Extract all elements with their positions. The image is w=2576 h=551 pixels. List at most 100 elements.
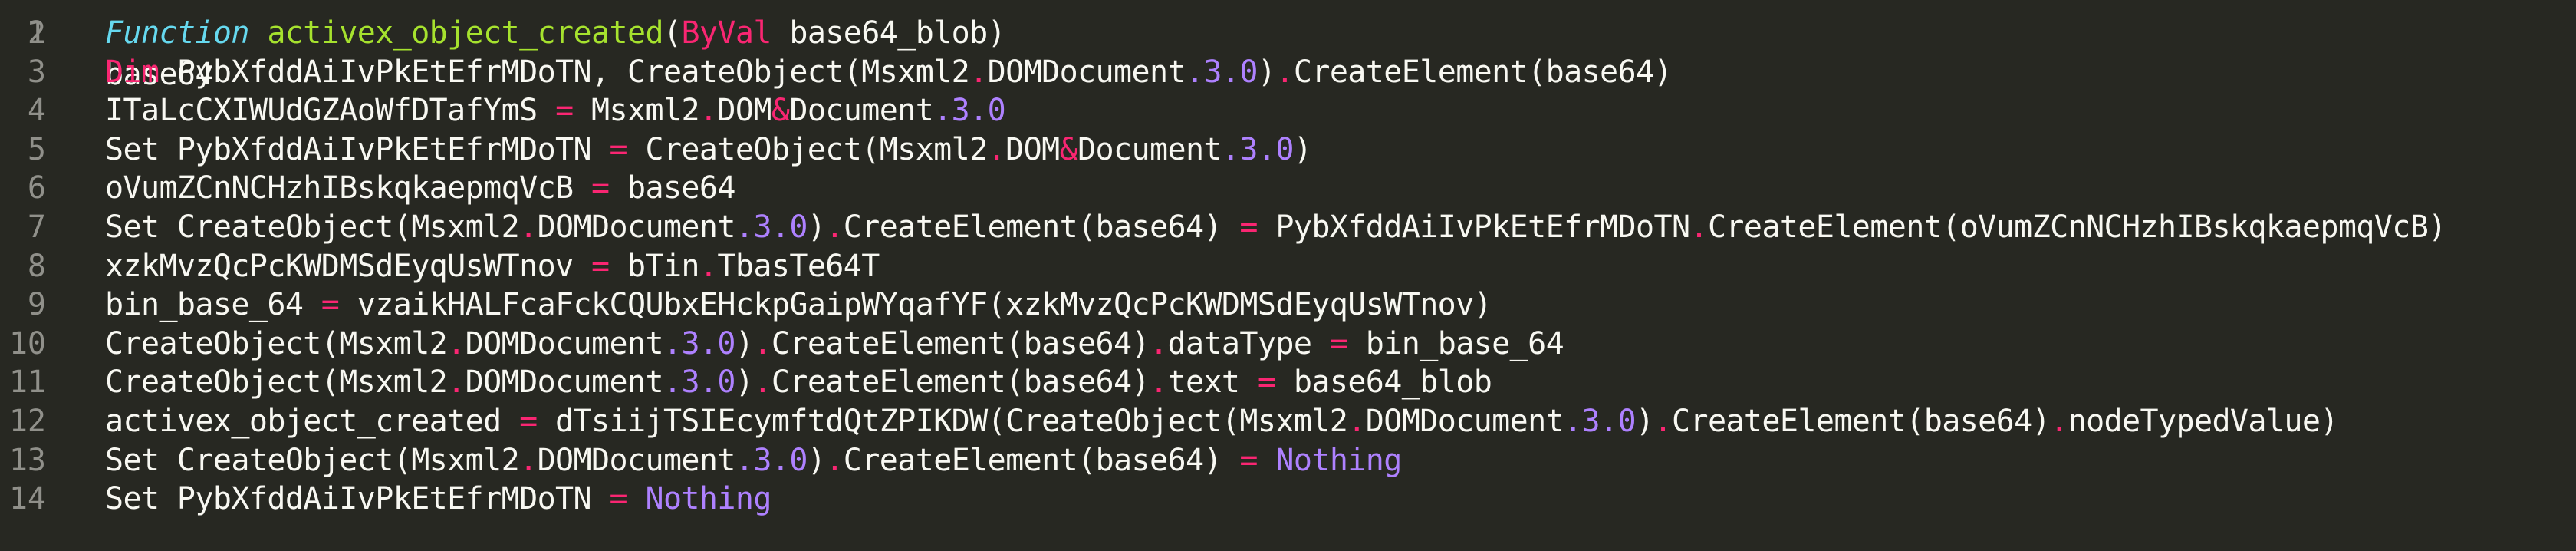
- code-token: CreateObject(Msxml2: [105, 365, 448, 401]
- code-token: .: [519, 442, 538, 478]
- code-token: .3.0: [735, 442, 808, 478]
- line-number: 2: [27, 15, 46, 51]
- code-line[interactable]: 10 CreateObject(Msxml2.DOMDocument.3.0).C…: [0, 323, 2576, 365]
- code-line[interactable]: 4 ITaLcCXIWUdGZAoWfDTafYmS = Msxml2.DOM&D…: [0, 90, 2576, 131]
- code-token: Set PybXfddAiIvPkEtEfrMDoTN: [105, 481, 610, 517]
- code-line[interactable]: 5 Set PybXfddAiIvPkEtEfrMDoTN = CreateObj…: [0, 129, 2576, 170]
- code-line[interactable]: 3 Dim PybXfddAiIvPkEtEfrMDoTN, CreateObje…: [0, 51, 2576, 93]
- code-text: ITaLcCXIWUdGZAoWfDTafYmS = Msxml2.DOM&Do…: [105, 90, 1006, 131]
- code-token: text: [1167, 365, 1258, 401]
- code-token: DOMDocument: [465, 365, 664, 401]
- code-editor[interactable]: 1 base64 2 Function activex_object_create…: [0, 0, 2576, 551]
- code-token: nodeTypedValue): [2068, 404, 2339, 439]
- code-line[interactable]: 11 CreateObject(Msxml2.DOMDocument.3.0).C…: [0, 361, 2576, 403]
- code-token: ): [1636, 404, 1654, 439]
- code-token: CreateElement(oVumZCnNCHzhIBskqkaepmqVcB…: [1707, 210, 2446, 245]
- code-token: =: [609, 131, 628, 167]
- code-token: .: [1150, 365, 1168, 401]
- code-text: Set CreateObject(Msxml2.DOMDocument.3.0)…: [105, 440, 1402, 481]
- code-token: DOMDocument: [537, 210, 736, 245]
- line-number: 12: [8, 404, 46, 439]
- line-number: 13: [8, 442, 46, 478]
- line-number: 4: [27, 93, 46, 129]
- code-text: bin_base_64 = vzaikHALFcaFckCQUbxEHckpGa…: [105, 284, 1492, 325]
- code-token: base64_blob): [771, 15, 1006, 51]
- code-line[interactable]: 12 activex_object_created = dTsiijTSIEcym…: [0, 401, 2576, 442]
- code-token: .3.0: [663, 325, 736, 361]
- code-token: .: [753, 365, 771, 401]
- code-token: =: [555, 93, 574, 129]
- code-text: CreateObject(Msxml2.DOMDocument.3.0).Cre…: [105, 361, 1492, 403]
- code-token: CreateObject(Msxml2: [105, 325, 448, 361]
- code-token: .: [825, 442, 844, 478]
- code-token: DOMDocument: [1365, 404, 1564, 439]
- line-number: 10: [8, 325, 46, 361]
- code-token: .: [753, 325, 771, 361]
- code-token: base64_blob: [1275, 365, 1492, 401]
- code-line[interactable]: 7 Set CreateObject(Msxml2.DOMDocument.3.0…: [0, 206, 2576, 248]
- code-token: =: [1257, 365, 1276, 401]
- code-token: .3.0: [1185, 54, 1258, 90]
- code-text: Dim PybXfddAiIvPkEtEfrMDoTN, CreateObjec…: [105, 51, 1673, 93]
- code-token: DOM: [717, 93, 771, 129]
- line-number: 5: [27, 131, 46, 167]
- code-token: CreateObject(Msxml2: [627, 131, 988, 167]
- code-token: .: [447, 365, 466, 401]
- code-line[interactable]: 9 bin_base_64 = vzaikHALFcaFckCQUbxEHckpG…: [0, 284, 2576, 325]
- code-area[interactable]: 1 base64 2 Function activex_object_create…: [0, 0, 2576, 551]
- code-token: Dim: [105, 54, 160, 90]
- code-token: =: [609, 481, 628, 517]
- code-token: .: [987, 131, 1006, 167]
- code-text: oVumZCnNCHzhIBskqkaepmqVcB = base64: [105, 167, 735, 209]
- line-number: 9: [27, 287, 46, 323]
- code-token: DOMDocument: [987, 54, 1186, 90]
- code-token: CreateElement(base64): [771, 365, 1150, 401]
- code-token: .: [1653, 404, 1673, 439]
- code-token: =: [591, 170, 610, 206]
- code-token: .: [447, 325, 466, 361]
- code-token: bin_base_64: [105, 287, 321, 323]
- code-token: CreateElement(base64): [843, 442, 1240, 478]
- code-token: (: [663, 15, 682, 51]
- code-token: dTsiijTSIEcymftdQtZPIKDW(CreateObject(Ms…: [537, 404, 1348, 439]
- code-token: Function: [105, 15, 249, 51]
- code-token: oVumZCnNCHzhIBskqkaepmqVcB: [105, 170, 592, 206]
- code-token: CreateElement(base64): [1671, 404, 2051, 439]
- code-text: Set PybXfddAiIvPkEtEfrMDoTN = Nothing: [105, 478, 771, 520]
- code-line[interactable]: 14 Set PybXfddAiIvPkEtEfrMDoTN = Nothing: [0, 478, 2576, 520]
- code-token: Document: [789, 93, 934, 129]
- code-token: Nothing: [1275, 442, 1402, 478]
- code-token: dataType: [1167, 325, 1330, 361]
- code-token: PybXfddAiIvPkEtEfrMDoTN, CreateObject(Ms…: [159, 54, 970, 90]
- code-token: .3.0: [1564, 404, 1637, 439]
- code-text: Function activex_object_created(ByVal ba…: [105, 12, 1006, 54]
- code-text: CreateObject(Msxml2.DOMDocument.3.0).Cre…: [105, 323, 1564, 365]
- line-number: 14: [8, 481, 46, 517]
- code-text: Set PybXfddAiIvPkEtEfrMDoTN = CreateObje…: [105, 129, 1312, 170]
- code-token: .: [1347, 404, 1366, 439]
- code-token: .: [519, 210, 538, 245]
- code-token: Msxml2: [573, 93, 700, 129]
- code-token: =: [1239, 442, 1258, 478]
- code-token: .: [825, 210, 844, 245]
- code-text: Set CreateObject(Msxml2.DOMDocument.3.0)…: [105, 206, 2446, 248]
- line-number: 3: [27, 54, 46, 90]
- code-line-partial[interactable]: 1 base64: [0, 0, 2576, 92]
- code-token: .: [1275, 54, 1294, 90]
- code-token: =: [591, 248, 610, 284]
- code-token: .: [699, 93, 718, 129]
- code-token: .: [2050, 404, 2068, 439]
- code-token: bin_base_64: [1347, 325, 1564, 361]
- code-token: =: [321, 287, 340, 323]
- code-line[interactable]: 8 xzkMvzQcPcKWDMSdEyqUsWTnov = bTin.TbasT…: [0, 246, 2576, 287]
- code-token: ByVal: [681, 15, 771, 51]
- code-line[interactable]: 6 oVumZCnNCHzhIBskqkaepmqVcB = base64: [0, 167, 2576, 209]
- code-token: .: [1150, 325, 1168, 361]
- code-token: .: [1689, 210, 1708, 245]
- code-line[interactable]: 13 Set CreateObject(Msxml2.DOMDocument.3.…: [0, 440, 2576, 481]
- code-token: &: [1059, 131, 1078, 167]
- code-token: Nothing: [645, 481, 771, 517]
- code-line[interactable]: 2 Function activex_object_created(ByVal b…: [0, 12, 2576, 54]
